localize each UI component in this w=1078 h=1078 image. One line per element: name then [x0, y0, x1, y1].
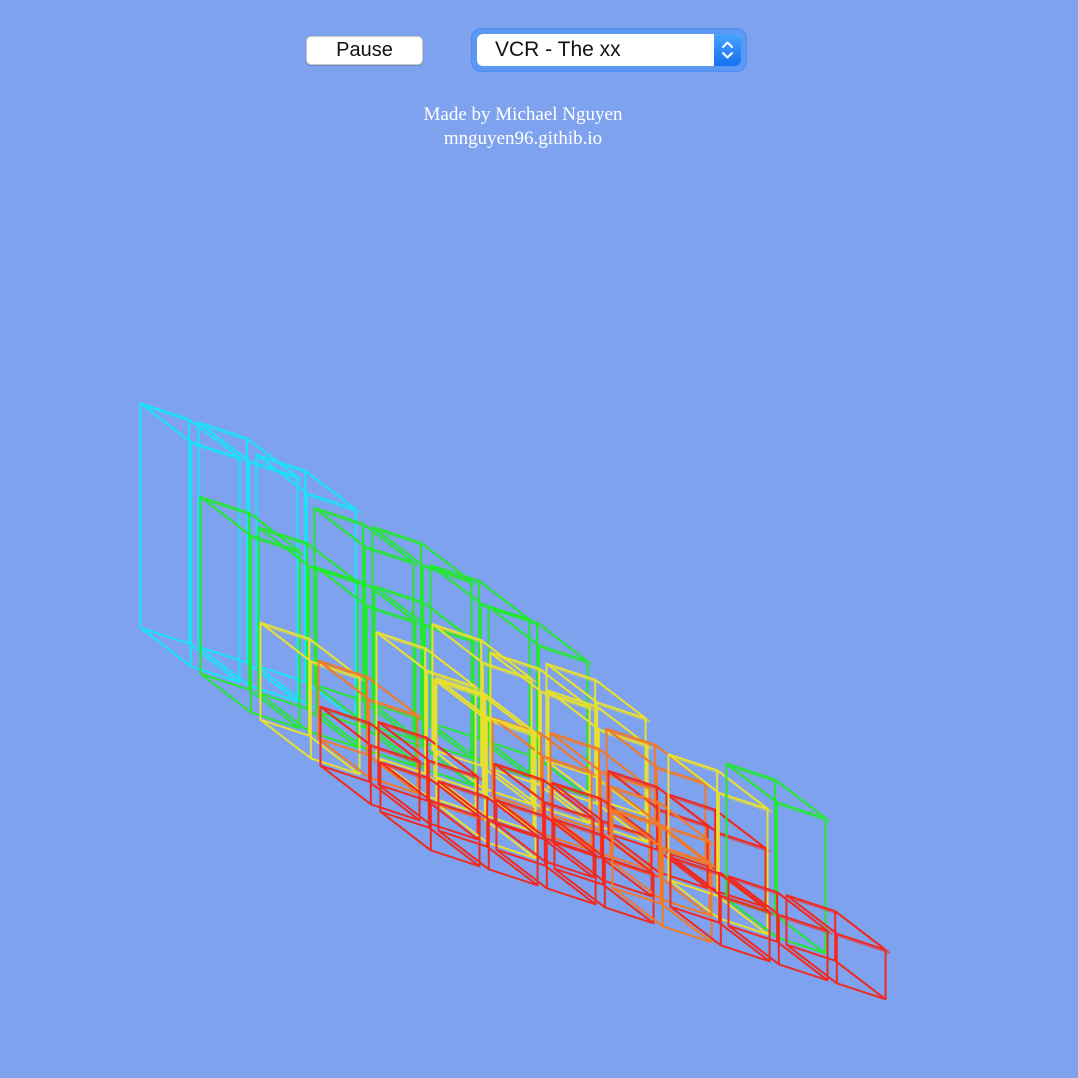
credit-author: Made by Michael Nguyen: [423, 104, 623, 125]
track-select[interactable]: VCR - The xx: [477, 34, 741, 66]
bar-visualizer: [139, 402, 891, 1001]
select-arrows-icon[interactable]: [714, 34, 741, 66]
credit-website: mnguyen96.githib.io: [443, 128, 603, 149]
track-select-value: VCR - The xx: [495, 38, 621, 61]
visualizer-page: Pause VCR - The xx Made by Michael Nguye…: [0, 0, 1078, 1078]
pause-button[interactable]: Pause: [306, 36, 423, 65]
